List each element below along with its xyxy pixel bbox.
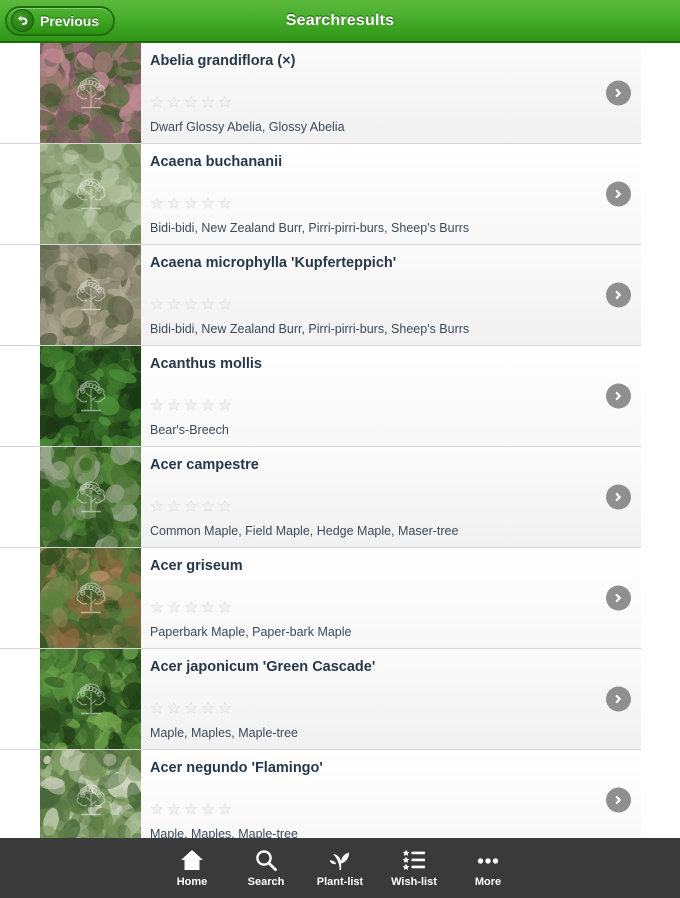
common-names: Bidi-bidi, New Zealand Burr, Pirri-pirri… bbox=[150, 221, 470, 235]
tab-home[interactable]: Home bbox=[164, 844, 220, 892]
common-names: Maple, Maples, Maple-tree bbox=[150, 726, 298, 740]
chevron-right-icon[interactable] bbox=[606, 80, 631, 106]
plant-thumbnail[interactable] bbox=[40, 346, 141, 446]
result-row[interactable]: Acaena buchananii Bidi-bidi, New Zealand … bbox=[0, 144, 641, 245]
result-row[interactable]: Acer griseum Paperbark Maple, Paper-bark … bbox=[0, 548, 641, 649]
result-row-content: Acaena buchananii Bidi-bidi, New Zealand … bbox=[141, 144, 641, 244]
result-row[interactable]: Acer campestre Common Maple, Field Maple,… bbox=[0, 447, 641, 548]
result-row-content: Acanthus mollis Bear's-Breech bbox=[141, 346, 641, 446]
chevron-right-icon[interactable] bbox=[606, 585, 631, 611]
common-names: Maple, Maples, Maple-tree bbox=[150, 827, 298, 838]
plant-name: Acaena microphylla 'Kupferteppich' bbox=[150, 255, 397, 271]
plant-name: Acer griseum bbox=[150, 558, 243, 574]
plant-icon bbox=[327, 848, 353, 873]
watermark-tree-icon bbox=[76, 177, 105, 209]
rating-stars[interactable] bbox=[150, 398, 232, 412]
plant-thumbnail[interactable] bbox=[40, 144, 141, 244]
chevron-right-icon[interactable] bbox=[606, 484, 631, 510]
tab-search[interactable]: Search bbox=[238, 844, 294, 892]
row-left-gutter bbox=[0, 245, 40, 345]
result-row-content: Abelia grandiflora (×) Dwarf Glossy Abeli… bbox=[141, 43, 641, 143]
result-row[interactable]: Acer negundo 'Flamingo' Maple, Maples, Ma… bbox=[0, 750, 641, 838]
row-left-gutter bbox=[0, 144, 40, 244]
common-names: Paperbark Maple, Paper-bark Maple bbox=[150, 625, 352, 639]
previous-button[interactable]: Previous bbox=[5, 5, 116, 36]
tab-label: Search bbox=[247, 876, 285, 888]
plant-thumbnail[interactable] bbox=[40, 548, 141, 648]
row-left-gutter bbox=[0, 447, 40, 547]
watermark-tree-icon bbox=[76, 581, 105, 613]
plant-name: Acer negundo 'Flamingo' bbox=[150, 760, 323, 776]
result-row-content: Acer negundo 'Flamingo' Maple, Maples, Ma… bbox=[141, 750, 641, 838]
chevron-right-icon[interactable] bbox=[606, 383, 631, 409]
plant-thumbnail[interactable] bbox=[40, 43, 141, 143]
common-names: Common Maple, Field Maple, Hedge Maple, … bbox=[150, 524, 459, 538]
result-row[interactable]: Acanthus mollis Bear's-Breech bbox=[0, 346, 641, 447]
plant-name: Abelia grandiflora (×) bbox=[150, 53, 296, 69]
plant-name: Acer japonicum 'Green Cascade' bbox=[150, 659, 376, 675]
tab-plant-list[interactable]: Plant-list bbox=[312, 844, 368, 892]
result-row-content: Acer griseum Paperbark Maple, Paper-bark … bbox=[141, 548, 641, 648]
watermark-tree-icon bbox=[76, 480, 105, 512]
tab-label: Plant-list bbox=[316, 876, 364, 888]
watermark-tree-icon bbox=[76, 278, 105, 310]
common-names: Bear's-Breech bbox=[150, 423, 229, 437]
search-icon bbox=[253, 848, 279, 873]
plant-name: Acanthus mollis bbox=[150, 356, 262, 372]
chevron-right-icon[interactable] bbox=[606, 181, 631, 207]
rating-stars[interactable] bbox=[150, 499, 232, 513]
rating-stars[interactable] bbox=[150, 600, 232, 614]
previous-button-label: Previous bbox=[40, 12, 100, 29]
chevron-right-icon[interactable] bbox=[606, 686, 631, 712]
result-row-content: Acaena microphylla 'Kupferteppich' Bidi-b… bbox=[141, 245, 641, 345]
rating-stars[interactable] bbox=[150, 802, 232, 816]
result-row-content: Acer japonicum 'Green Cascade' Maple, Map… bbox=[141, 649, 641, 749]
watermark-tree-icon bbox=[76, 76, 105, 108]
plant-thumbnail[interactable] bbox=[40, 447, 141, 547]
common-names: Bidi-bidi, New Zealand Burr, Pirri-pirri… bbox=[150, 322, 470, 336]
watermark-tree-icon bbox=[76, 783, 105, 815]
plant-name: Acer campestre bbox=[150, 457, 259, 473]
row-left-gutter bbox=[0, 649, 40, 749]
row-left-gutter bbox=[0, 43, 40, 143]
tab-label: More bbox=[474, 876, 502, 888]
plant-thumbnail[interactable] bbox=[40, 750, 141, 838]
result-row[interactable]: Acer japonicum 'Green Cascade' Maple, Map… bbox=[0, 649, 641, 750]
row-left-gutter bbox=[0, 346, 40, 446]
tab-label: Home bbox=[176, 876, 208, 888]
common-names: Dwarf Glossy Abelia, Glossy Abelia bbox=[150, 120, 345, 134]
chevron-right-icon[interactable] bbox=[606, 282, 631, 308]
tab-wish-list[interactable]: Wish-list bbox=[386, 844, 442, 892]
row-left-gutter bbox=[0, 548, 40, 648]
tab-more[interactable]: More bbox=[460, 844, 516, 892]
star-list-icon bbox=[401, 848, 427, 873]
plant-thumbnail[interactable] bbox=[40, 245, 141, 345]
result-row[interactable]: Abelia grandiflora (×) Dwarf Glossy Abeli… bbox=[0, 43, 641, 144]
bottom-tab-bar: Home Search Plant-list Wish-list More bbox=[0, 838, 680, 898]
home-icon bbox=[179, 848, 205, 873]
app-header: Previous Searchresults bbox=[0, 0, 680, 43]
chevron-right-icon[interactable] bbox=[606, 787, 631, 813]
rating-stars[interactable] bbox=[150, 196, 232, 210]
result-row-content: Acer campestre Common Maple, Field Maple,… bbox=[141, 447, 641, 547]
watermark-tree-icon bbox=[76, 682, 105, 714]
rating-stars[interactable] bbox=[150, 701, 232, 715]
plant-thumbnail[interactable] bbox=[40, 649, 141, 749]
watermark-tree-icon bbox=[76, 379, 105, 411]
tab-label: Wish-list bbox=[391, 876, 437, 888]
search-results-list[interactable]: Abelia grandiflora (×) Dwarf Glossy Abeli… bbox=[0, 43, 680, 838]
rating-stars[interactable] bbox=[150, 297, 232, 311]
rating-stars[interactable] bbox=[150, 95, 232, 109]
plant-name: Acaena buchananii bbox=[150, 154, 283, 170]
more-dots-icon bbox=[475, 848, 501, 873]
result-row[interactable]: Acaena microphylla 'Kupferteppich' Bidi-b… bbox=[0, 245, 641, 346]
row-left-gutter bbox=[0, 750, 40, 838]
back-arrow-icon bbox=[11, 9, 34, 32]
